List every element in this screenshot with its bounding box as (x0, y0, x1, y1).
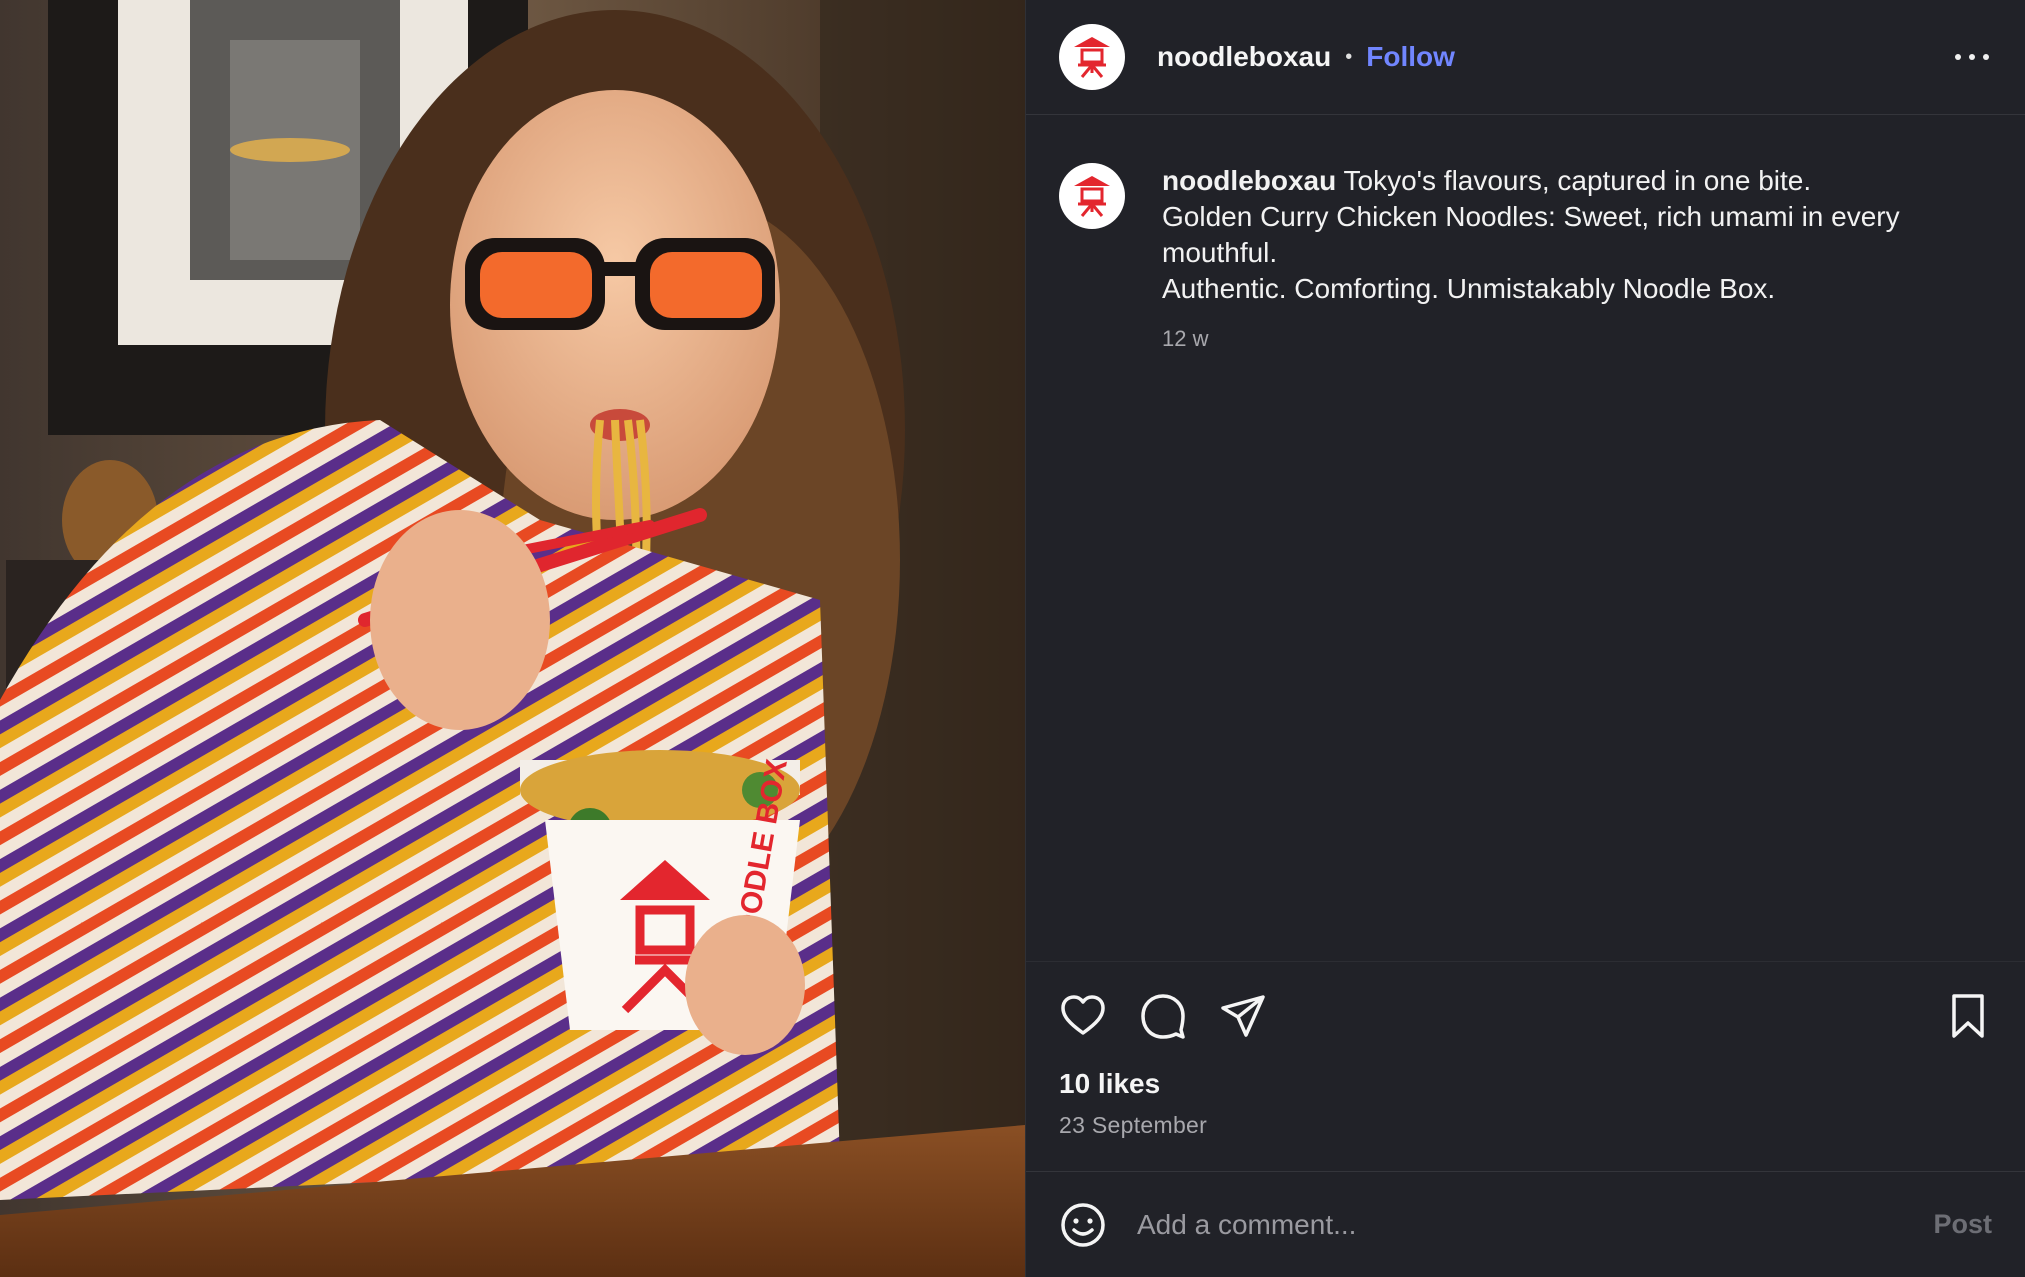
post-side-panel: noodleboxau • Follow noodleboxau Tokyo's… (1025, 0, 2025, 1277)
comment-bar: Post (1026, 1171, 2025, 1277)
comment-input[interactable] (1137, 1208, 1934, 1241)
post-photo[interactable]: NOODLE BOX (0, 0, 1025, 1277)
caption-username-link[interactable]: noodleboxau (1162, 165, 1336, 196)
comment-icon[interactable] (1139, 992, 1187, 1040)
likes-count[interactable]: 10 likes (1059, 1068, 1992, 1100)
heart-icon[interactable] (1059, 992, 1107, 1040)
follow-button[interactable]: Follow (1366, 41, 1455, 73)
caption: noodleboxau Tokyo's flavours, captured i… (1059, 163, 1992, 357)
post-date: 23 September (1059, 1112, 1208, 1138)
username-link[interactable]: noodleboxau (1157, 41, 1331, 73)
emoji-icon[interactable] (1059, 1201, 1107, 1249)
caption-line-1: Tokyo's flavours, captured in one bite. (1343, 165, 1812, 196)
post-header: noodleboxau • Follow (1026, 0, 2025, 115)
avatar[interactable] (1059, 24, 1125, 90)
noodlebox-logo-icon (1074, 176, 1110, 217)
action-icons (1059, 992, 1992, 1040)
caption-timestamp[interactable]: 12 w (1162, 321, 1982, 357)
separator-dot: • (1345, 45, 1353, 68)
caption-avatar[interactable] (1059, 163, 1125, 229)
post-comment-button[interactable]: Post (1933, 1209, 1992, 1240)
caption-line-3: Authentic. Comforting. Unmistakably Nood… (1162, 273, 1776, 304)
instagram-post-view: NOODLE BOX noodleboxau • Follow noodlebo… (0, 0, 2025, 1277)
share-icon[interactable] (1219, 992, 1267, 1040)
caption-line-2: Golden Curry Chicken Noodles: Sweet, ric… (1162, 201, 1900, 268)
post-photo-illustration: NOODLE BOX (0, 0, 1025, 1277)
bookmark-icon[interactable] (1944, 992, 1992, 1040)
caption-text: noodleboxau Tokyo's flavours, captured i… (1162, 163, 1982, 357)
action-bar: 10 likes 23 September (1026, 961, 2025, 1171)
caption-area: noodleboxau Tokyo's flavours, captured i… (1026, 115, 2025, 961)
noodlebox-logo-icon (1074, 37, 1110, 78)
more-options-icon[interactable] (1952, 42, 1992, 72)
